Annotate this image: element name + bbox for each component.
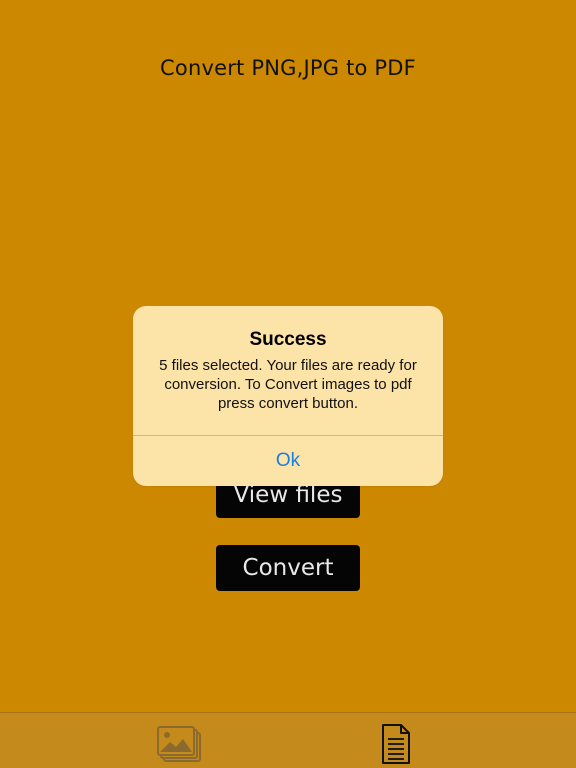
- convert-button[interactable]: Convert: [216, 545, 360, 591]
- tab-documents[interactable]: [371, 723, 421, 765]
- alert-title: Success: [249, 329, 327, 350]
- alert-message: 5 files selected. Your files are ready f…: [159, 357, 417, 412]
- document-icon: [382, 724, 410, 764]
- alert-ok-button[interactable]: Ok: [133, 436, 443, 486]
- page-title: Convert PNG,JPG to PDF: [160, 56, 416, 80]
- tab-images[interactable]: [155, 723, 205, 765]
- tab-bar: [0, 712, 576, 768]
- success-alert-dialog: Success 5 files selected. Your files are…: [133, 306, 443, 486]
- images-icon: [157, 726, 201, 762]
